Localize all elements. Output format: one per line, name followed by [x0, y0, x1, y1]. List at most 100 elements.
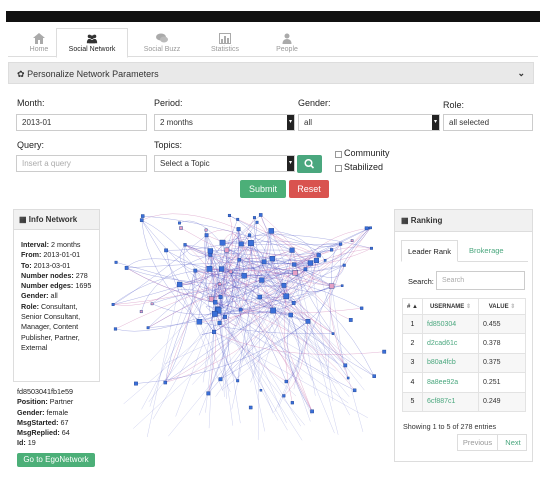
network-node[interactable] — [164, 248, 168, 253]
network-node[interactable] — [328, 283, 335, 289]
table-row[interactable]: 2 d2cad61c 0.378 — [402, 333, 526, 354]
network-graph[interactable] — [103, 208, 391, 442]
network-node[interactable] — [204, 233, 209, 238]
rank-username[interactable]: 8a8ee92a — [422, 372, 479, 393]
network-node[interactable] — [196, 319, 203, 325]
network-node[interactable] — [283, 293, 290, 300]
reset-button[interactable]: Reset — [289, 180, 329, 198]
network-node[interactable] — [236, 217, 240, 221]
network-node[interactable] — [348, 318, 353, 322]
network-node[interactable] — [124, 266, 129, 270]
stabilized-checkbox[interactable] — [335, 165, 342, 172]
network-node[interactable] — [207, 248, 214, 254]
network-node[interactable] — [241, 273, 247, 279]
gender-select[interactable]: all ▾ — [298, 114, 440, 131]
network-node[interactable] — [227, 213, 231, 218]
tab-people[interactable]: People — [256, 28, 318, 57]
network-node[interactable] — [339, 242, 343, 246]
network-node[interactable] — [134, 381, 138, 386]
table-row[interactable]: 1 fd850304 0.455 — [402, 313, 526, 335]
network-node[interactable] — [303, 267, 308, 272]
network-node[interactable] — [208, 252, 213, 257]
chevron-down-icon[interactable]: ⌄ — [517, 68, 525, 79]
network-node[interactable] — [219, 239, 226, 246]
topic-search-button[interactable] — [297, 155, 322, 173]
network-node[interactable] — [217, 282, 222, 286]
network-node[interactable] — [247, 240, 254, 246]
rank-username[interactable]: fd850304 — [422, 313, 479, 335]
topics-select[interactable]: Select a Topic ▾ — [154, 155, 295, 172]
network-node[interactable] — [237, 258, 241, 262]
network-node[interactable] — [217, 320, 222, 325]
next-button[interactable]: Next — [499, 435, 527, 450]
network-node[interactable] — [268, 228, 275, 234]
network-node[interactable] — [179, 226, 183, 230]
network-node[interactable] — [259, 389, 263, 392]
network-node[interactable] — [369, 226, 372, 230]
network-node[interactable] — [236, 379, 240, 383]
rank-username[interactable]: d2cad61c — [422, 333, 479, 354]
col-header-value[interactable]: VALUE ⇕ — [478, 298, 526, 315]
network-node[interactable] — [218, 294, 223, 299]
network-node[interactable] — [289, 247, 295, 253]
network-node[interactable] — [323, 259, 327, 262]
network-node[interactable] — [305, 319, 311, 324]
rank-username[interactable]: 6cf887c1 — [422, 391, 479, 412]
network-node[interactable] — [372, 374, 376, 378]
network-node[interactable] — [284, 379, 288, 384]
network-node[interactable] — [223, 314, 227, 319]
tab-statistics[interactable]: Statistics — [194, 28, 256, 57]
personalize-panel-header[interactable]: ✿ Personalize Network Parameters ⌄ — [8, 62, 534, 84]
network-node[interactable] — [111, 303, 115, 306]
ranking-search-input[interactable]: Search — [436, 271, 525, 290]
network-node[interactable] — [183, 243, 187, 247]
network-node[interactable] — [178, 221, 181, 225]
network-node[interactable] — [258, 213, 263, 217]
network-node[interactable] — [350, 239, 354, 242]
network-node[interactable] — [331, 332, 335, 335]
network-node[interactable] — [291, 301, 296, 305]
network-node[interactable] — [206, 265, 213, 272]
tab-brokerage[interactable]: Brokerage — [463, 240, 510, 262]
previous-button[interactable]: Previous — [458, 435, 498, 450]
network-node[interactable] — [270, 307, 276, 314]
network-node[interactable] — [139, 218, 144, 222]
submit-button[interactable]: Submit — [240, 180, 286, 198]
table-row[interactable]: 3 b80a4fcb 0.375 — [402, 352, 526, 374]
tab-social-buzz[interactable]: Social Buzz — [130, 28, 194, 57]
network-node[interactable] — [261, 259, 267, 265]
network-node[interactable] — [212, 329, 217, 334]
network-node[interactable] — [252, 216, 256, 220]
network-node[interactable] — [313, 257, 319, 264]
period-select[interactable]: 2 months ▾ — [154, 114, 295, 131]
network-node[interactable] — [163, 380, 168, 385]
rank-username[interactable]: b80a4fcb — [422, 352, 479, 374]
network-node[interactable] — [248, 405, 253, 410]
network-node[interactable] — [360, 306, 364, 310]
network-node[interactable] — [292, 270, 299, 276]
network-node[interactable] — [224, 247, 230, 253]
network-node[interactable] — [247, 233, 252, 237]
network-node[interactable] — [236, 227, 241, 232]
col-header-number[interactable]: # ▲ — [402, 298, 423, 315]
network-node[interactable] — [269, 256, 275, 262]
network-node[interactable] — [219, 266, 225, 272]
network-node[interactable] — [340, 284, 344, 287]
table-row[interactable]: 4 8a8ee92a 0.251 — [402, 372, 526, 393]
network-node[interactable] — [139, 310, 143, 314]
network-node[interactable] — [307, 260, 314, 266]
network-node[interactable] — [310, 409, 314, 414]
network-node[interactable] — [290, 401, 294, 405]
community-checkbox[interactable] — [335, 151, 342, 158]
network-node[interactable] — [238, 241, 244, 247]
network-node[interactable] — [330, 248, 334, 252]
query-input[interactable]: Insert a query — [16, 155, 147, 172]
network-node[interactable] — [238, 307, 243, 312]
month-input[interactable]: 2013-01 — [16, 114, 147, 131]
network-node[interactable] — [213, 300, 218, 305]
network-node[interactable] — [346, 376, 350, 380]
network-node[interactable] — [343, 363, 348, 368]
network-node[interactable] — [193, 268, 198, 273]
network-node[interactable] — [211, 311, 218, 317]
network-node[interactable] — [146, 326, 150, 330]
